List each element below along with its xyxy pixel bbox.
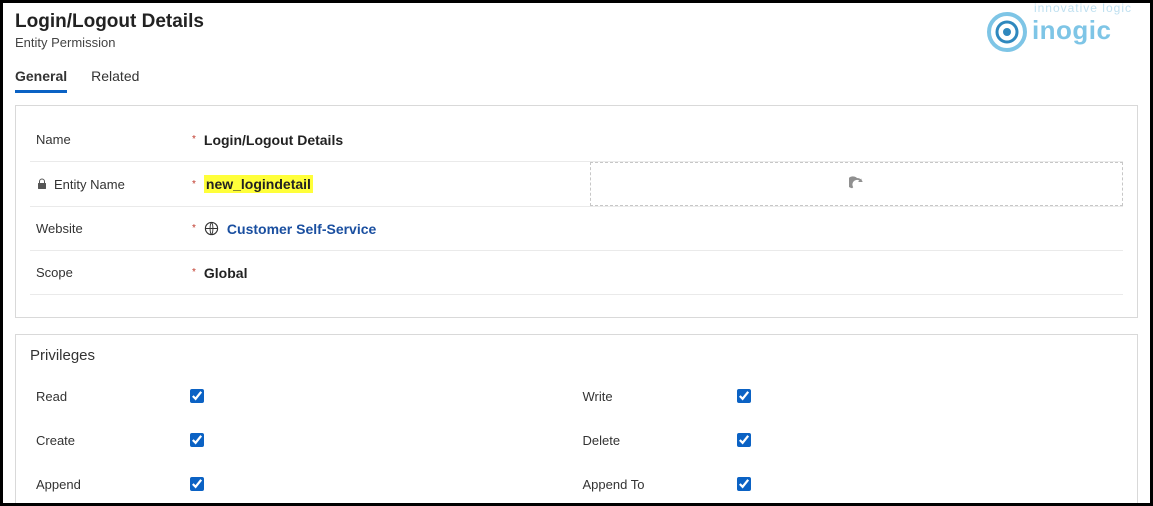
priv-checkbox-delete[interactable]	[737, 433, 751, 447]
page-subtitle: Entity Permission	[15, 35, 1138, 50]
page-title: Login/Logout Details	[15, 11, 1138, 33]
priv-row-read: Read	[30, 374, 577, 418]
entity-label-text: Entity Name	[54, 177, 125, 192]
priv-row-append: Append	[30, 462, 577, 506]
refresh-icon	[849, 176, 865, 192]
priv-checkbox-read[interactable]	[190, 389, 204, 403]
general-panel: Name * Login/Logout Details Entity Name …	[15, 105, 1138, 318]
name-value-text: Login/Logout Details	[204, 132, 343, 148]
privileges-title: Privileges	[30, 347, 1123, 364]
priv-label-delete: Delete	[577, 433, 737, 448]
entity-value-text: new_logindetail	[204, 175, 313, 193]
priv-row-delete: Delete	[577, 418, 1124, 462]
priv-label-append-to: Append To	[577, 477, 737, 492]
priv-label-read: Read	[30, 389, 190, 404]
privileges-panel: Privileges Read Create Append Write	[15, 334, 1138, 506]
lock-icon	[36, 178, 48, 190]
name-label: Name	[30, 132, 190, 147]
website-value[interactable]: Customer Self-Service	[204, 221, 564, 237]
priv-label-append: Append	[30, 477, 190, 492]
priv-label-create: Create	[30, 433, 190, 448]
field-row-name: Name * Login/Logout Details	[30, 118, 1123, 162]
priv-checkbox-write[interactable]	[737, 389, 751, 403]
website-value-text: Customer Self-Service	[227, 221, 376, 237]
brand-logo: innovative logic inogic	[984, 9, 1132, 55]
priv-checkbox-create[interactable]	[190, 433, 204, 447]
tab-list: General Related	[15, 68, 1138, 93]
loading-box	[590, 162, 1123, 206]
priv-row-create: Create	[30, 418, 577, 462]
scope-value-text: Global	[204, 265, 248, 281]
priv-label-write: Write	[577, 389, 737, 404]
brand-mark-icon	[984, 9, 1030, 55]
scope-label: Scope	[30, 265, 190, 280]
tab-general[interactable]: General	[15, 68, 67, 93]
required-indicator: *	[192, 179, 196, 190]
field-row-entity: Entity Name * new_logindetail	[30, 162, 1123, 207]
tab-related[interactable]: Related	[91, 68, 139, 93]
required-indicator: *	[192, 134, 196, 145]
entity-value[interactable]: new_logindetail	[204, 175, 564, 193]
field-row-scope: Scope * Global	[30, 251, 1123, 295]
name-value[interactable]: Login/Logout Details	[204, 132, 564, 148]
priv-checkbox-append-to[interactable]	[737, 477, 751, 491]
entity-label: Entity Name	[30, 177, 190, 192]
globe-icon	[204, 221, 219, 236]
priv-row-append-to: Append To	[577, 462, 1124, 506]
priv-checkbox-append[interactable]	[190, 477, 204, 491]
website-label: Website	[30, 221, 190, 236]
brand-name: inogic	[1032, 15, 1132, 46]
required-indicator: *	[192, 267, 196, 278]
priv-row-write: Write	[577, 374, 1124, 418]
brand-tagline: innovative logic	[1034, 1, 1132, 15]
scope-value[interactable]: Global	[204, 265, 564, 281]
required-indicator: *	[192, 223, 196, 234]
page-header: Login/Logout Details Entity Permission i…	[15, 11, 1138, 50]
field-row-website: Website * Customer Self-Service	[30, 207, 1123, 251]
